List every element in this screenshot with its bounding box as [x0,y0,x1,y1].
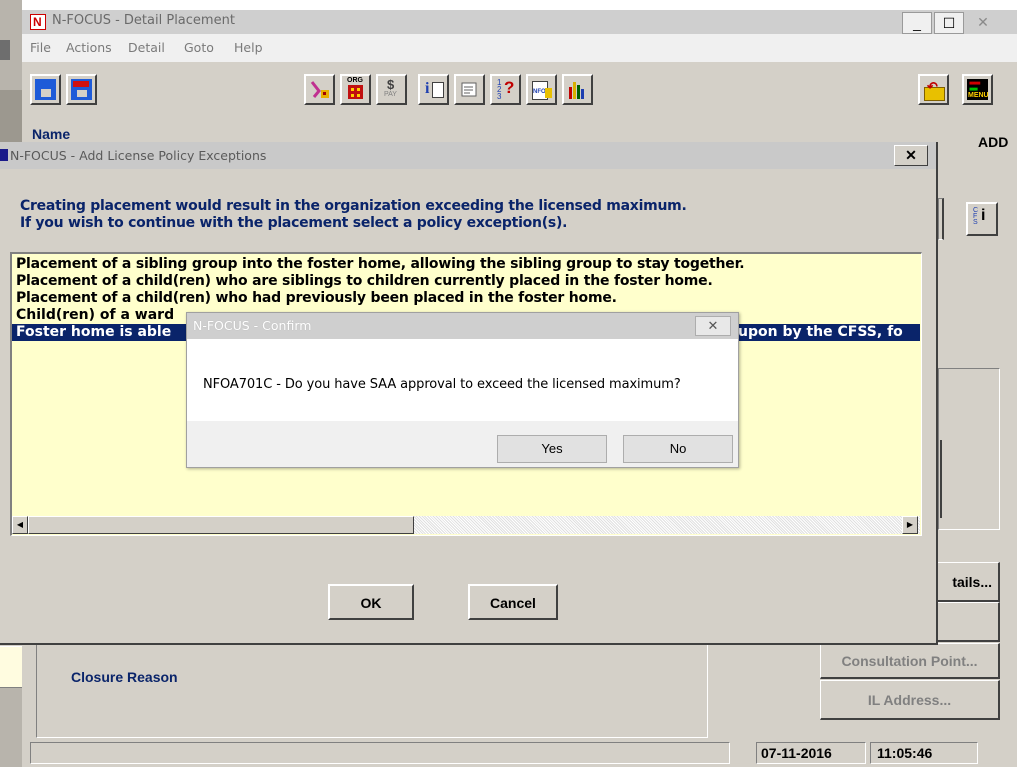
list-item[interactable]: Placement of a sibling group into the fo… [12,256,920,273]
status-time: 11:05:46 [870,742,978,764]
status-bar: 07-11-2016 11:05:46 [22,740,1017,767]
organization-button[interactable]: ORG [340,74,371,105]
cfs-info-icon: CFS i [973,207,986,226]
status-message-pane [30,742,730,764]
toolbar: ORG $ PAY i 123 ? NFO ↶ ■■■■ ■■■ MENU [22,62,1017,118]
menu-actions[interactable]: Actions [66,40,112,55]
scroll-right-button[interactable]: ▶ [902,516,918,534]
notepad-icon [459,79,480,100]
help-button[interactable]: 123 ? [490,74,521,105]
menu-file[interactable]: File [30,40,51,55]
menu-help[interactable]: Help [234,40,263,55]
confirm-title: N-FOCUS - Confirm [193,318,312,333]
main-title-bar[interactable]: N N-FOCUS - Detail Placement _ ☐ ✕ [22,10,1017,34]
minimize-icon: _ [913,15,921,31]
confirm-close-button[interactable]: ✕ [695,316,731,336]
menu-detail[interactable]: Detail [128,40,165,55]
nfo-button[interactable]: NFO [526,74,557,105]
license-dialog-app-icon [0,149,8,161]
right-group-box-2 [938,368,1000,530]
exit-icon [71,79,92,100]
add-mode-label: ADD [978,134,1009,150]
confirm-body: NFOA701C - Do you have SAA approval to e… [187,339,738,421]
license-dialog-close-button[interactable]: ✕ [894,145,928,166]
maximize-button[interactable]: ☐ [934,12,964,34]
exit-button[interactable] [66,74,97,105]
list-horizontal-scrollbar[interactable]: ◀ ▶ [12,516,920,534]
selected-row-start: Foster home is able [16,324,172,340]
menu-button[interactable]: ■■■■ ■■■ MENU [962,74,993,105]
menu-bar: File Actions Detail Goto Help [22,34,1017,62]
close-icon: ✕ [905,147,917,163]
chart-button[interactable] [562,74,593,105]
license-message-line2: If you wish to continue with the placeme… [20,215,568,231]
organization-icon: ORG [345,77,366,100]
notepad-button[interactable] [454,74,485,105]
menu-label: MENU [968,92,989,99]
info-button[interactable]: i [418,74,449,105]
selected-row-tail: upon by the CFSS, fo [738,324,903,340]
confirm-dialog: N-FOCUS - Confirm ✕ NFOA701C - Do you ha… [186,312,739,468]
list-item[interactable]: Placement of a child(ren) who had previo… [12,290,920,307]
cfs-info-button[interactable]: CFS i [966,202,998,236]
close-icon: ✕ [977,14,989,30]
menu-goto[interactable]: Goto [184,40,214,55]
status-date: 07-11-2016 [756,742,866,764]
closure-reason-label: Closure Reason [71,669,178,685]
name-label: Name [32,126,71,142]
scroll-thumb[interactable] [28,516,414,534]
chart-icon [567,79,588,100]
save-icon [35,79,56,100]
help-icon: 123 ? [497,78,515,101]
license-dialog-title-bar[interactable]: N-FOCUS - Add License Policy Exceptions … [0,142,936,169]
il-address-button[interactable]: IL Address... [820,680,1000,720]
info-icon: i [423,79,444,100]
pay-label: PAY [384,91,397,98]
pay-icon: $ PAY [384,77,397,98]
arrow-left-icon: ◀ [16,520,24,529]
no-button[interactable]: No [623,435,733,463]
right-group-box-1 [938,198,944,240]
yes-button[interactable]: Yes [497,435,607,463]
app-icon: N [30,14,46,30]
close-button[interactable]: ✕ [968,12,998,34]
closure-panel: Closure Reason [36,638,708,738]
save-button[interactable] [30,74,61,105]
list-item[interactable]: Placement of a child(ren) who are siblin… [12,273,920,290]
org-label: ORG [347,77,363,84]
consultation-point-button[interactable]: Consultation Point... [820,643,1000,679]
ok-button[interactable]: OK [328,584,414,620]
cancel-button[interactable]: Cancel [468,584,558,620]
scroll-left-button[interactable]: ◀ [12,516,28,534]
minimize-button[interactable]: _ [902,12,932,34]
nfo-label: NFO [533,89,546,95]
maximize-icon: ☐ [942,15,956,31]
return-button[interactable]: ↶ [918,74,949,105]
participant-icon [309,79,330,100]
close-icon: ✕ [707,318,719,333]
license-message-line1: Creating placement would result in the o… [20,198,687,214]
confirm-message: NFOA701C - Do you have SAA approval to e… [203,377,681,392]
menu-icon: ■■■■ ■■■ MENU [967,79,989,100]
nfo-icon: NFO [531,79,552,100]
confirm-title-bar[interactable]: N-FOCUS - Confirm ✕ [187,313,738,339]
main-title: N-FOCUS - Detail Placement [52,13,235,28]
participant-button[interactable] [304,74,335,105]
arrow-right-icon: ▶ [906,520,914,529]
pay-button[interactable]: $ PAY [376,74,407,105]
license-dialog-title: N-FOCUS - Add License Policy Exceptions [10,148,267,163]
return-icon: ↶ [923,79,945,101]
